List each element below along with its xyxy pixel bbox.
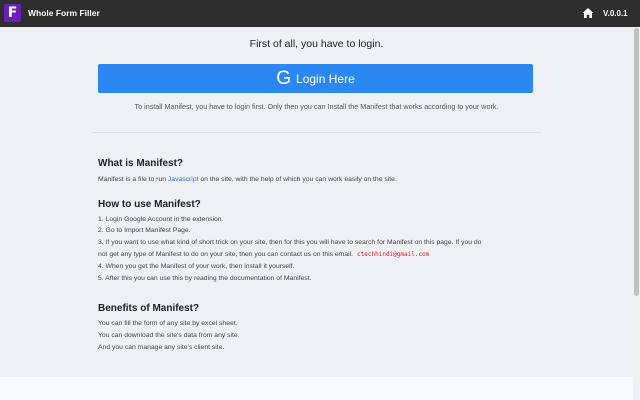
how-to-step-3b: not get any type of Manifest to do on yo… xyxy=(98,250,538,261)
login-heading: First of all, you have to login. xyxy=(0,38,633,50)
benefit-line-2: You can download the site's data from an… xyxy=(98,331,538,342)
scrollbar-thumb[interactable] xyxy=(634,28,639,296)
benefit-line-3: And you can manage any site's client sit… xyxy=(98,343,538,354)
login-button-label: Login Here xyxy=(296,72,355,86)
how-to-step-3a: 3. If you want to use what kind of short… xyxy=(98,238,548,249)
how-to-step-5: 5. After this you can use this by readin… xyxy=(98,274,538,285)
login-button[interactable]: G Login Here xyxy=(98,64,533,93)
version-label: V.0.0.1 xyxy=(603,0,628,27)
login-note: To install Manifest, you have to login f… xyxy=(0,102,633,111)
how-to-step-4: 4. When you get the Manifest of your wor… xyxy=(98,262,538,273)
how-to-use-title: How to use Manifest? xyxy=(98,199,201,210)
top-bar: F Whole Form Filler V.0.0.1 xyxy=(0,0,640,27)
contact-email: ctechhindi@gmail.com xyxy=(357,251,429,258)
javascript-link[interactable]: Javascript xyxy=(168,176,199,183)
home-icon[interactable] xyxy=(582,7,594,19)
google-icon: G xyxy=(276,69,291,89)
what-is-manifest-title: What is Manifest? xyxy=(98,158,183,169)
what-is-manifest-text: Manifest is a file to run Javascript on … xyxy=(98,175,538,186)
benefits-title: Benefits of Manifest? xyxy=(98,303,199,314)
how-to-step-3b-text: not get any type of Manifest to do on yo… xyxy=(98,251,353,258)
what-is-text-after: on the site, with the help of which you … xyxy=(199,176,397,183)
benefit-line-1: You can fill the form of any site by exc… xyxy=(98,319,538,330)
divider xyxy=(92,132,541,133)
how-to-step-1: 1. Login Google Account in the extension… xyxy=(98,215,538,226)
app-title: Whole Form Filler xyxy=(28,0,100,27)
what-is-text-before: Manifest is a file to run xyxy=(98,176,168,183)
how-to-step-2: 2. Go to Import Manifest Page. xyxy=(98,226,538,237)
app-logo: F xyxy=(4,4,21,22)
footer xyxy=(0,377,640,400)
